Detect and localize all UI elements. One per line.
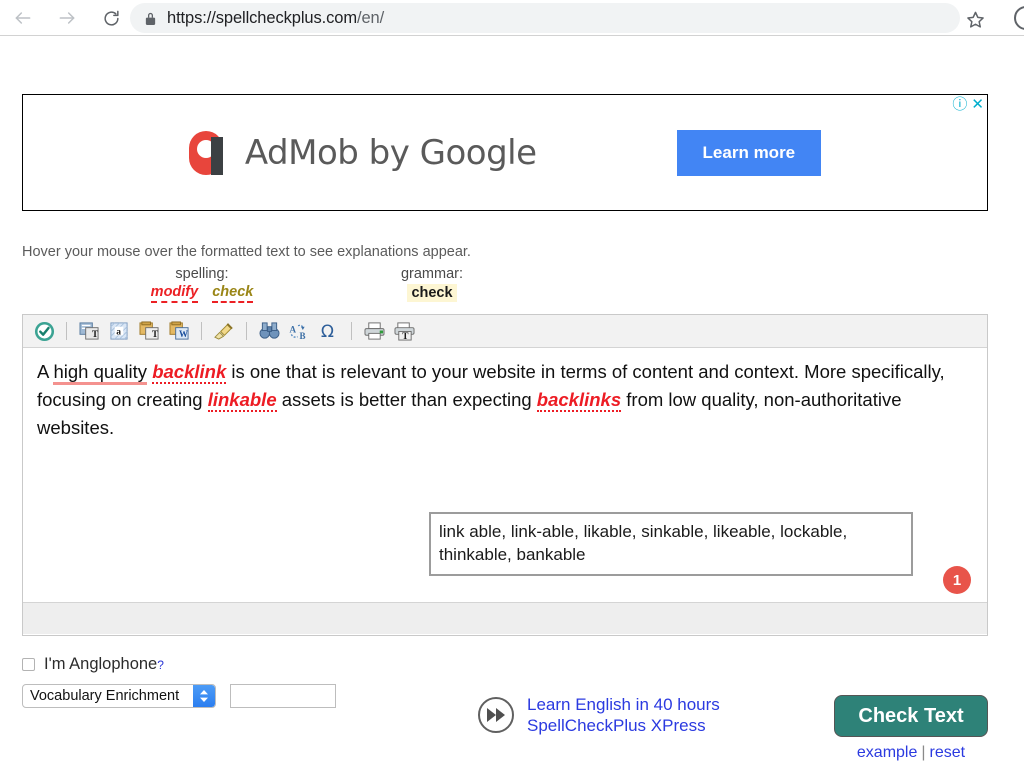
enrichment-select[interactable]: Vocabulary Enrichment	[22, 684, 216, 708]
svg-text:a: a	[116, 327, 121, 337]
spelling-error-word[interactable]: backlink	[152, 361, 227, 384]
svg-text:Ω: Ω	[321, 322, 334, 341]
spellcheck-icon[interactable]	[31, 319, 57, 343]
promo-line-1[interactable]: Learn English in 40 hours	[527, 694, 720, 715]
back-arrow-icon[interactable]	[6, 1, 40, 35]
toolbar-separator	[351, 322, 352, 340]
document-text-run: A	[37, 361, 54, 382]
print-icon[interactable]	[361, 319, 387, 343]
editor-frame: T a T W AB Ω T A high quality backlink i…	[22, 314, 988, 636]
toolbar-separator	[201, 322, 202, 340]
spelling-error-word[interactable]: backlinks	[536, 389, 622, 412]
ad-info-icon[interactable]: ⓘ	[952, 97, 967, 112]
anglophone-label: I'm Anglophone	[44, 655, 158, 673]
check-text-button[interactable]: Check Text	[834, 695, 988, 737]
legend-spelling: spelling: modify check	[122, 266, 282, 303]
promo-line-2[interactable]: SpellCheckPlus XPress	[527, 715, 720, 736]
fast-forward-play-icon	[478, 697, 514, 733]
page-content: AdMob by Google Learn more ⓘ ✕ Hover you…	[0, 36, 1024, 761]
error-count-badge[interactable]: 1	[943, 566, 971, 594]
ad-brand-text: AdMob by Google	[244, 132, 537, 173]
suggestion-list: link able, link-able, likable, sinkable,…	[439, 522, 848, 564]
lock-icon	[144, 11, 157, 26]
print-preview-text-icon[interactable]: T	[391, 319, 417, 343]
find-binoculars-icon[interactable]	[256, 319, 282, 343]
suggestion-tooltip: link able, link-able, likable, sinkable,…	[429, 512, 913, 576]
links-separator: |	[921, 744, 926, 761]
forward-arrow-icon[interactable]	[50, 1, 84, 35]
star-icon[interactable]	[962, 6, 988, 32]
ad-banner-content[interactable]: AdMob by Google Learn more	[23, 95, 987, 210]
document-text[interactable]: A high quality backlink is one that is r…	[37, 358, 973, 442]
legend-grammar: grammar: check	[352, 266, 512, 302]
svg-text:B: B	[299, 331, 305, 341]
svg-text:T: T	[91, 330, 98, 340]
ad-controls: ⓘ ✕	[952, 97, 984, 112]
reset-link[interactable]: reset	[930, 744, 966, 761]
toolbar-separator	[246, 322, 247, 340]
svg-text:T: T	[151, 330, 158, 340]
paste-from-word-icon[interactable]: W	[166, 319, 192, 343]
toolbar-separator	[66, 322, 67, 340]
legend-grammar-heading: grammar:	[400, 266, 464, 282]
legend-spelling-heading: spelling:	[175, 266, 229, 282]
enrichment-select-value: Vocabulary Enrichment	[30, 688, 180, 704]
spelling-error-word[interactable]: linkable	[207, 389, 277, 412]
text-editing-area[interactable]: A high quality backlink is one that is r…	[23, 348, 987, 602]
anglophone-checkbox[interactable]	[22, 658, 35, 671]
legend-grammar-check: check	[407, 284, 457, 302]
anglophone-help-link[interactable]: ?	[157, 658, 164, 672]
address-bar[interactable]: https://spellcheckplus.com/en/	[130, 3, 960, 33]
editor-toolbar: T a T W AB Ω T	[23, 315, 987, 348]
url-text: https://spellcheckplus.com/en/	[167, 8, 385, 27]
replace-icon[interactable]: AB	[286, 319, 312, 343]
legend: spelling: modify check grammar: check	[22, 266, 988, 306]
browser-toolbar: https://spellcheckplus.com/en/	[0, 0, 1024, 36]
chevron-updown-icon	[193, 685, 215, 707]
svg-text:A: A	[289, 324, 296, 334]
footer-links: example | reset	[834, 744, 988, 762]
svg-text:W: W	[179, 329, 188, 339]
profile-avatar-icon[interactable]	[1014, 6, 1024, 30]
special-character-omega-icon[interactable]: Ω	[316, 319, 342, 343]
promo-link[interactable]: Learn English in 40 hours SpellCheckPlus…	[478, 694, 720, 736]
document-text-run: assets is better than expecting	[276, 389, 537, 410]
enrichment-text-input[interactable]	[230, 684, 336, 708]
editor-status-bar	[23, 602, 987, 634]
admob-logo-icon	[188, 130, 231, 175]
ad-close-icon[interactable]: ✕	[971, 97, 984, 112]
ad-banner: AdMob by Google Learn more ⓘ ✕	[22, 94, 988, 211]
paste-plain-a-icon[interactable]: a	[106, 319, 132, 343]
paste-text-icon[interactable]: T	[76, 319, 102, 343]
paste-from-clipboard-text-icon[interactable]: T	[136, 319, 162, 343]
reload-icon[interactable]	[94, 1, 128, 35]
legend-spelling-modify: modify	[150, 284, 199, 303]
anglophone-row: I'm Anglophone ?	[22, 655, 164, 674]
ad-brand: AdMob by Google	[188, 130, 537, 175]
learn-more-button[interactable]: Learn more	[676, 129, 822, 176]
legend-spelling-check: check	[212, 284, 254, 303]
svg-text:T: T	[402, 332, 409, 341]
example-link[interactable]: example	[857, 744, 917, 761]
hover-hint-text: Hover your mouse over the formatted text…	[22, 244, 471, 260]
enrichment-row: Vocabulary Enrichment	[22, 684, 336, 708]
clear-formatting-brush-icon[interactable]	[211, 319, 237, 343]
promo-text: Learn English in 40 hours SpellCheckPlus…	[527, 694, 720, 736]
grammar-highlight-phrase[interactable]: high quality	[53, 361, 148, 385]
